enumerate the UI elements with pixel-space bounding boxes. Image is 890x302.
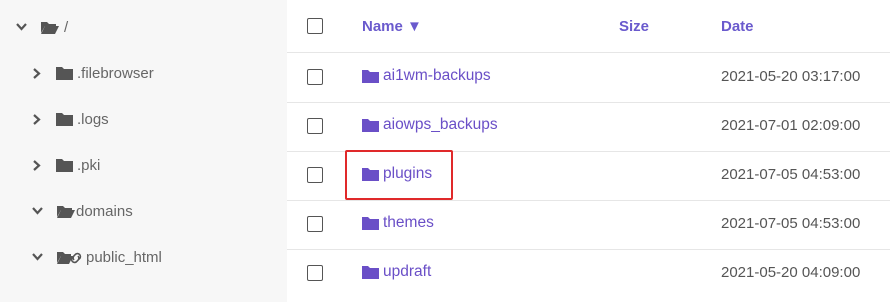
tree-item-filebrowser[interactable]: .filebrowser bbox=[30, 59, 154, 87]
column-header-name[interactable]: Name ▼ bbox=[362, 18, 422, 35]
tree-item-domains[interactable]: domains bbox=[30, 197, 133, 225]
tree-item-label: .logs bbox=[77, 110, 109, 128]
file-name: aiowps_backups bbox=[383, 116, 498, 133]
file-table: Name ▼ Size Date ai1wm-backups 2021-05-2… bbox=[287, 0, 890, 302]
tree-item-label: domains bbox=[76, 202, 133, 220]
tree-item-label: public_html bbox=[86, 248, 162, 266]
chevron-down-icon[interactable] bbox=[30, 250, 44, 264]
folder-link-icon bbox=[56, 250, 82, 265]
column-header-date[interactable]: Date bbox=[721, 18, 754, 35]
folder-open-icon bbox=[56, 204, 76, 219]
file-date: 2021-07-01 02:09:00 bbox=[721, 117, 861, 134]
table-row[interactable]: themes 2021-07-05 04:53:00 bbox=[287, 200, 890, 250]
table-row[interactable]: updraft 2021-05-20 04:09:00 bbox=[287, 249, 890, 298]
tree-item-label: .filebrowser bbox=[77, 64, 154, 82]
folder-icon bbox=[362, 167, 379, 181]
table-row[interactable]: aiowps_backups 2021-07-01 02:09:00 bbox=[287, 102, 890, 152]
file-name-link[interactable]: themes bbox=[362, 214, 434, 232]
file-name-link[interactable]: aiowps_backups bbox=[362, 116, 498, 134]
folder-icon bbox=[362, 216, 379, 230]
tree-item-public-html[interactable]: public_html bbox=[30, 243, 162, 271]
tree-item-label: .pki bbox=[77, 156, 101, 174]
row-checkbox[interactable] bbox=[307, 118, 323, 134]
file-name: ai1wm-backups bbox=[383, 67, 491, 84]
file-name-link[interactable]: ai1wm-backups bbox=[362, 67, 491, 85]
file-name: plugins bbox=[383, 165, 433, 182]
file-name-link[interactable]: plugins bbox=[362, 165, 432, 183]
folder-tree-sidebar: / .filebrowser .logs .pki domains public… bbox=[0, 0, 287, 302]
folder-icon bbox=[362, 265, 379, 279]
folder-open-icon bbox=[40, 20, 60, 35]
folder-icon bbox=[362, 118, 379, 132]
file-date: 2021-05-20 03:17:00 bbox=[721, 68, 861, 85]
file-date: 2021-07-05 04:53:00 bbox=[721, 166, 861, 183]
chevron-right-icon[interactable] bbox=[30, 158, 44, 172]
row-checkbox[interactable] bbox=[307, 216, 323, 232]
table-row[interactable]: ai1wm-backups 2021-05-20 03:17:00 bbox=[287, 53, 890, 103]
select-all-checkbox[interactable] bbox=[307, 18, 323, 34]
folder-icon bbox=[56, 66, 73, 80]
file-name-link[interactable]: updraft bbox=[362, 263, 431, 281]
file-date: 2021-07-05 04:53:00 bbox=[721, 215, 861, 232]
tree-item-pki[interactable]: .pki bbox=[30, 151, 100, 179]
folder-icon bbox=[56, 158, 73, 172]
table-header: Name ▼ Size Date bbox=[287, 0, 890, 53]
tree-item-logs[interactable]: .logs bbox=[30, 105, 109, 133]
file-name: updraft bbox=[383, 263, 432, 280]
chevron-right-icon[interactable] bbox=[30, 66, 44, 80]
row-checkbox[interactable] bbox=[307, 167, 323, 183]
column-header-size[interactable]: Size bbox=[619, 18, 649, 35]
chevron-down-icon[interactable] bbox=[14, 20, 28, 34]
tree-item-root[interactable]: / bbox=[14, 13, 68, 41]
chevron-down-icon[interactable] bbox=[30, 204, 44, 218]
file-date: 2021-05-20 04:09:00 bbox=[721, 264, 861, 281]
chevron-right-icon[interactable] bbox=[30, 112, 44, 126]
file-browser: / .filebrowser .logs .pki domains public… bbox=[0, 0, 890, 302]
table-row[interactable]: plugins 2021-07-05 04:53:00 bbox=[287, 151, 890, 201]
row-checkbox[interactable] bbox=[307, 265, 323, 281]
file-name: themes bbox=[383, 214, 434, 231]
folder-icon bbox=[56, 112, 73, 126]
folder-icon bbox=[362, 69, 379, 83]
tree-item-label: / bbox=[64, 18, 69, 36]
row-checkbox[interactable] bbox=[307, 69, 323, 85]
